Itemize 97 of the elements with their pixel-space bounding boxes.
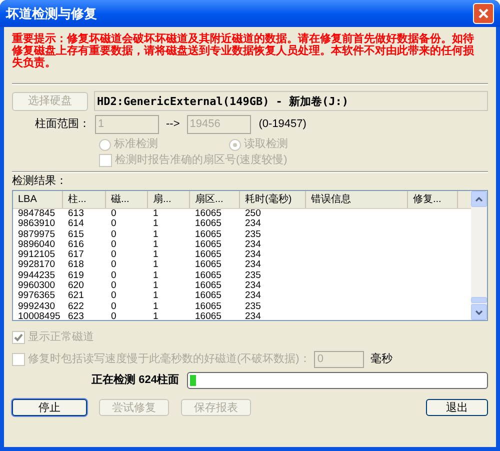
column-header[interactable]: 错误信息: [306, 191, 408, 208]
table-cell-text: 614: [67, 219, 85, 230]
table-cell-text: 235: [244, 302, 262, 312]
table-cell-text: 0: [110, 260, 118, 271]
table-cell-text: 0: [110, 312, 118, 322]
table-cell-text: 617: [67, 250, 85, 260]
table-cell-text: 0: [110, 209, 118, 219]
table-cell-text: 9912105: [17, 250, 56, 260]
arrow-text: -->: [166, 118, 180, 131]
radio-label: 读取检测: [244, 138, 288, 151]
table-cell-text: 0: [110, 240, 118, 250]
column-header[interactable]: 修复...: [408, 191, 458, 208]
window-title: 坏道检测与修复: [6, 7, 97, 20]
table-cell-text: 234: [244, 312, 262, 322]
table-cell-text: 1: [152, 219, 160, 230]
table-cell-text: 622: [67, 302, 85, 312]
table-cell-text: 1: [152, 291, 160, 302]
table-cell-text: 0: [110, 250, 118, 260]
progress-label: 正在检测 624柱面: [90, 374, 180, 387]
table-cell-text: 16065: [194, 281, 222, 292]
scroll-down-button[interactable]: [471, 304, 487, 320]
column-header[interactable]: 耗时(毫秒): [240, 191, 306, 208]
table-cell-text: 10008495: [17, 312, 62, 322]
scroll-thumb[interactable]: [471, 297, 487, 303]
unit-label: 毫秒: [370, 353, 392, 366]
dialog-button[interactable]: 退出: [426, 399, 488, 416]
results-label: 检测结果：: [12, 175, 68, 188]
table-cell-text: 1: [152, 281, 160, 292]
column-header[interactable]: LBA: [13, 191, 63, 208]
table-cell-text: 234: [244, 260, 262, 271]
table-cell-text: 234: [244, 281, 262, 292]
table-cell-text: 0: [110, 270, 118, 281]
cylinder-range-label: 柱面范围：: [34, 118, 91, 131]
table-cell-text: 1: [152, 302, 160, 312]
radio-label: 标准检测: [114, 138, 158, 151]
table-cell-text: 234: [244, 291, 262, 302]
table-cell-text: 615: [67, 230, 85, 240]
table-cell-text: 613: [67, 209, 85, 219]
table-cell-text: 235: [244, 270, 262, 281]
table-cell-text: 9879975: [17, 230, 56, 240]
table-cell-text: 234: [244, 240, 262, 250]
range-text: (0-19457): [258, 118, 306, 131]
table-cell-text: 16065: [194, 250, 222, 260]
table-cell-text: 0: [110, 302, 118, 312]
scrollbar[interactable]: [471, 191, 487, 320]
table-cell-text: 9863910: [17, 219, 56, 230]
scroll-up-button[interactable]: [471, 191, 487, 207]
table-cell-text: 0: [110, 291, 118, 302]
table-cell-text: 9976365: [17, 291, 56, 302]
table-cell-text: 1: [152, 312, 160, 322]
table-cell-text: 616: [67, 240, 85, 250]
table-cell-text: 9928170: [17, 260, 56, 271]
table-cell-text: 1: [152, 209, 160, 220]
table-cell-text: 16065: [194, 302, 222, 312]
table-cell-text: 9992430: [17, 302, 56, 312]
warning-text: 重要提示：修复坏磁道会破坏坏磁道及其附近磁道的数据。请在修复前首先做好数据备份。如待修复磁盘上存有重要数据，请将磁盘送到专业数据恢复人员处理。本软件不对由此带来的任何损失负责。: [12, 33, 475, 69]
table-cell-text: 250: [244, 209, 262, 219]
table-cell-text: 621: [67, 291, 85, 302]
dialog-button[interactable]: 停止: [12, 399, 87, 416]
table-cell-text: 235: [244, 230, 262, 240]
table-cell-text: 623: [67, 312, 85, 322]
table-cell-text: 0: [110, 230, 118, 240]
table-cell-text: 234: [244, 250, 262, 260]
checkbox-label: 显示正常磁道: [28, 331, 94, 344]
table-cell-text: 0: [110, 219, 118, 230]
column-header[interactable]: 扇...: [148, 191, 190, 208]
column-header[interactable]: 柱...: [63, 191, 106, 208]
table-cell-text: 16065: [194, 260, 222, 271]
table-cell-text: 16065: [194, 270, 222, 281]
table-cell-text: 1: [152, 270, 160, 282]
table-cell-text: 1: [152, 260, 160, 271]
table-cell-text: 1: [152, 230, 160, 240]
checkbox-label: 修复时包括读写速度慢于此毫秒数的好磁道(不破坏数据)：: [28, 353, 310, 366]
table-cell-text: 1: [152, 240, 160, 250]
disk-field[interactable]: HD2:GenericExternal(149GB) - 新加卷(J:): [94, 91, 488, 111]
table-cell-text: 9847845: [17, 209, 56, 219]
table-cell-text: 619: [67, 270, 85, 281]
column-header[interactable]: 扇区...: [190, 191, 240, 208]
column-header[interactable]: 磁...: [106, 191, 148, 208]
checkbox-label: 检测时报告准确的扇区号(速度较慢): [115, 154, 288, 167]
table-cell-text: 16065: [194, 240, 222, 250]
close-button[interactable]: [473, 3, 494, 24]
table-cell-text: 234: [244, 219, 262, 230]
table-cell-text: 16065: [194, 219, 222, 230]
table-cell-text: 9944235: [17, 270, 56, 281]
table-cell-text: 16065: [194, 312, 222, 322]
table-cell-text: 16065: [194, 291, 222, 302]
check-icon: [14, 333, 23, 342]
table-cell-text: 9960300: [17, 281, 56, 292]
table-cell-text: 618: [67, 260, 85, 271]
table-cell-text: 0: [110, 281, 118, 292]
table-cell-text: 16065: [194, 209, 222, 219]
table-cell-text: 9896040: [17, 240, 56, 250]
table-cell-text: 620: [67, 281, 85, 292]
close-icon: [478, 8, 489, 19]
table-cell-text: 16065: [194, 230, 222, 240]
table-cell-text: 1: [152, 250, 160, 260]
